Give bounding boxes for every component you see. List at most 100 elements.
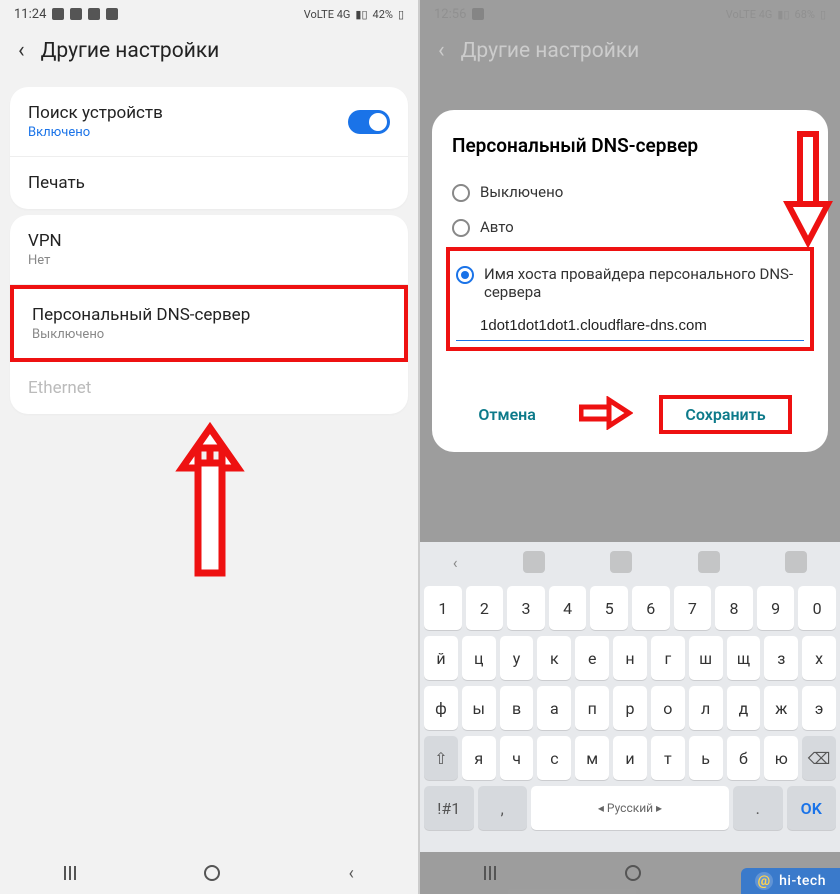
key-ф[interactable]: ф	[424, 686, 458, 730]
key-щ[interactable]: щ	[727, 636, 761, 680]
key-о[interactable]: о	[651, 686, 685, 730]
highlight-box: Имя хоста провайдера персонального DNS-с…	[446, 247, 814, 351]
radio-checked-icon[interactable]	[456, 266, 474, 284]
settings-card-2: VPN Нет Персональный DNS-сервер Выключен…	[10, 215, 408, 414]
kb-row-2: йцукенгшщзх	[424, 636, 836, 680]
kb-row-3: фывапролджэ	[424, 686, 836, 730]
nav-recent-icon[interactable]	[484, 866, 496, 880]
key-к[interactable]: к	[537, 636, 571, 680]
key-!#1[interactable]: !#1	[424, 786, 474, 830]
row-vpn[interactable]: VPN Нет	[10, 215, 408, 285]
radio-off[interactable]: Выключено	[452, 175, 808, 210]
key-е[interactable]: е	[575, 636, 609, 680]
key-.[interactable]: .	[733, 786, 783, 830]
row-title: Персональный DNS-сервер	[32, 305, 386, 325]
key-л[interactable]: л	[689, 686, 723, 730]
key-OK[interactable]: OK	[787, 786, 837, 830]
key-з[interactable]: з	[764, 636, 798, 680]
key-⌫[interactable]: ⌫	[802, 736, 836, 780]
gear-icon[interactable]	[698, 551, 720, 573]
cancel-button[interactable]: Отмена	[468, 399, 545, 430]
key-space[interactable]: ◂ Русский ▸	[531, 786, 729, 830]
page-title: Другие настройки	[41, 39, 220, 63]
key-6[interactable]: 6	[632, 586, 670, 630]
key-3[interactable]: 3	[507, 586, 545, 630]
key-⇧[interactable]: ⇧	[424, 736, 458, 780]
key-ю[interactable]: ю	[764, 736, 798, 780]
key-й[interactable]: й	[424, 636, 458, 680]
row-personal-dns[interactable]: Персональный DNS-сервер Выключено	[10, 285, 408, 362]
back-icon: ‹	[438, 38, 445, 63]
key-с[interactable]: с	[537, 736, 571, 780]
save-button[interactable]: Сохранить	[659, 395, 791, 434]
key-1[interactable]: 1	[424, 586, 462, 630]
row-ethernet[interactable]: Ethernet	[10, 362, 408, 414]
row-title: Ethernet	[28, 378, 390, 398]
signal-icon: ▮▯	[355, 8, 367, 21]
annotation-arrow-down-icon	[780, 130, 836, 250]
nav-back-icon[interactable]: ‹	[348, 863, 353, 884]
status-app-icon	[52, 8, 64, 20]
key-ц[interactable]: ц	[462, 636, 496, 680]
key-я[interactable]: я	[462, 736, 496, 780]
key-т[interactable]: т	[651, 736, 685, 780]
dns-dialog: Персональный DNS-сервер Выключено Авто И…	[432, 110, 828, 452]
nav-recent-icon[interactable]	[64, 866, 76, 880]
sticker-icon[interactable]	[610, 551, 632, 573]
radio-auto[interactable]: Авто	[452, 210, 808, 245]
key-7[interactable]: 7	[674, 586, 712, 630]
dns-hostname-input[interactable]	[456, 313, 804, 341]
key-ь[interactable]: ь	[689, 736, 723, 780]
key-б[interactable]: б	[727, 736, 761, 780]
keyboard-mode-icon[interactable]	[785, 551, 807, 573]
kb-row-4: ⇧ячсмитьбю⌫	[424, 736, 836, 780]
emoji-icon[interactable]	[523, 551, 545, 573]
keyboard[interactable]: ‹ 1234567890 йцукенгшщзх фывапролджэ ⇧яч…	[420, 542, 840, 852]
back-icon[interactable]: ‹	[18, 38, 25, 63]
kb-chevron-icon[interactable]: ‹	[453, 553, 458, 572]
nav-home-icon[interactable]	[204, 865, 220, 881]
toggle-on-icon[interactable]	[348, 110, 390, 134]
key-ы[interactable]: ы	[462, 686, 496, 730]
key-м[interactable]: м	[575, 736, 609, 780]
key-ш[interactable]: ш	[689, 636, 723, 680]
key-р[interactable]: р	[613, 686, 647, 730]
key-п[interactable]: п	[575, 686, 609, 730]
key-ч[interactable]: ч	[500, 736, 534, 780]
key-2[interactable]: 2	[466, 586, 504, 630]
row-device-search[interactable]: Поиск устройств Включено	[10, 87, 408, 157]
status-app-icon	[106, 8, 118, 20]
key-д[interactable]: д	[727, 686, 761, 730]
key-9[interactable]: 9	[757, 586, 795, 630]
status-app-icon	[88, 8, 100, 20]
key-г[interactable]: г	[651, 636, 685, 680]
radio-label: Имя хоста провайдера персонального DNS-с…	[484, 265, 804, 301]
key-в[interactable]: в	[500, 686, 534, 730]
settings-card-1: Поиск устройств Включено Печать	[10, 87, 408, 209]
radio-label: Выключено	[480, 183, 563, 201]
key-у[interactable]: у	[500, 636, 534, 680]
nav-home-icon[interactable]	[625, 865, 641, 881]
radio-icon[interactable]	[452, 184, 470, 202]
key-0[interactable]: 0	[798, 586, 836, 630]
radio-icon[interactable]	[452, 219, 470, 237]
annotation-arrow-up-icon	[170, 418, 250, 578]
page-title: Другие настройки	[461, 39, 640, 63]
radio-hostname[interactable]: Имя хоста провайдера персонального DNS-с…	[456, 257, 804, 309]
key-4[interactable]: 4	[549, 586, 587, 630]
key-,[interactable]: ,	[478, 786, 528, 830]
key-х[interactable]: х	[802, 636, 836, 680]
row-title: Поиск устройств	[28, 103, 390, 123]
row-sub: Нет	[28, 253, 390, 268]
row-print[interactable]: Печать	[10, 157, 408, 209]
key-8[interactable]: 8	[715, 586, 753, 630]
key-ж[interactable]: ж	[764, 686, 798, 730]
key-н[interactable]: н	[613, 636, 647, 680]
key-и[interactable]: и	[613, 736, 647, 780]
key-5[interactable]: 5	[590, 586, 628, 630]
dialog-buttons: Отмена Сохранить	[452, 395, 808, 434]
kb-row-5: !#1,◂ Русский ▸.OK	[424, 786, 836, 830]
key-а[interactable]: а	[537, 686, 571, 730]
statusbar: 11:24 VoLTE 4G ▮▯ 42% ▯	[0, 0, 418, 28]
key-э[interactable]: э	[802, 686, 836, 730]
